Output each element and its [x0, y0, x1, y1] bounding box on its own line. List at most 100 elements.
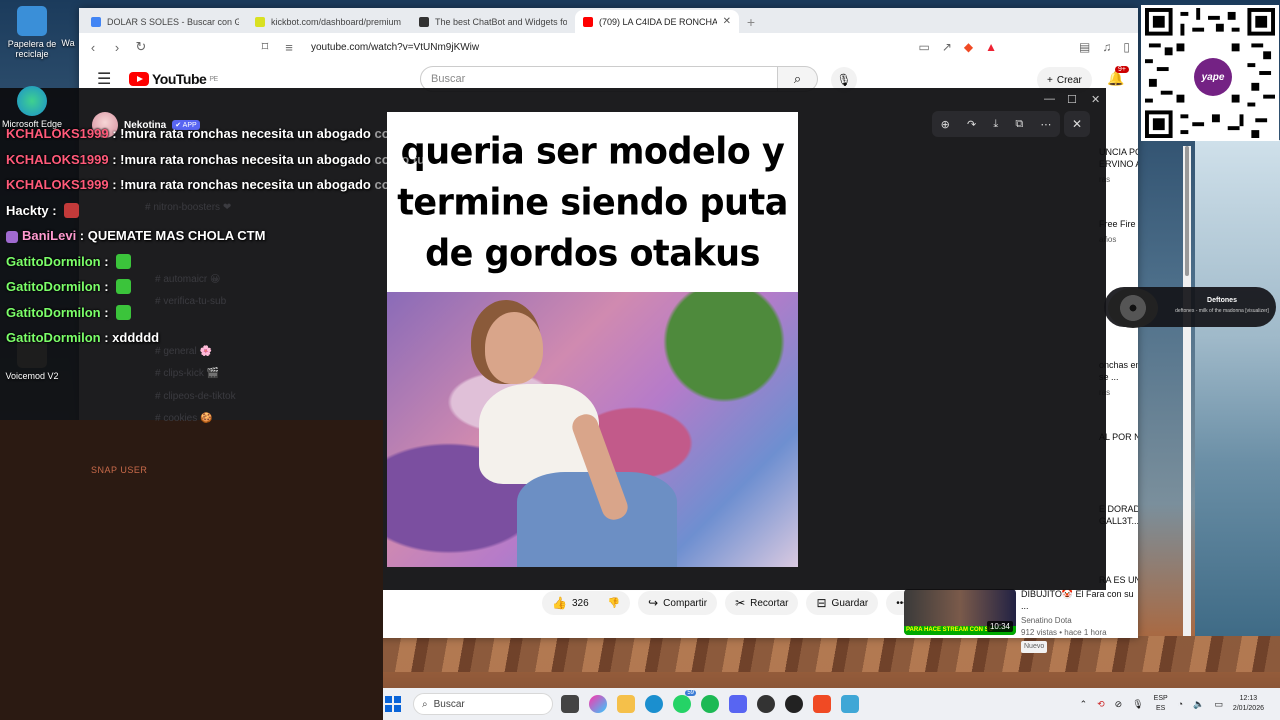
- now-playing-widget[interactable]: Deftones deftones - milk of the madonna …: [1104, 287, 1276, 328]
- brave-shield-icon[interactable]: ◆: [964, 40, 973, 54]
- close-viewer-button[interactable]: ✕: [1064, 111, 1090, 137]
- maximize-icon[interactable]: ☐: [1067, 93, 1077, 106]
- google-icon: [91, 16, 101, 27]
- reload-icon[interactable]: ↻: [135, 39, 147, 55]
- channel-item: # clipeos-de-tiktok: [155, 391, 236, 402]
- wallpaper-rocks: [383, 636, 1280, 672]
- wifi-icon[interactable]: ◔: [1178, 699, 1183, 709]
- app-icon[interactable]: [785, 695, 803, 713]
- thumbs-down-icon[interactable]: 👎: [608, 598, 620, 609]
- download-icon[interactable]: ⤓: [993, 118, 998, 131]
- desktop-icon-partial[interactable]: Wa: [58, 38, 78, 48]
- youtube-play-icon: [129, 72, 149, 86]
- kickbot-icon: [255, 16, 265, 27]
- clock[interactable]: 12:13 2/01/2026: [1233, 694, 1264, 714]
- scrollbar-thumb[interactable]: [1185, 146, 1189, 276]
- recommended-video-info[interactable]: DIBUJITO🤡 El Fara con su ... Senatino Do…: [1021, 588, 1141, 653]
- emote-icon: [116, 279, 132, 294]
- close-icon: ✕: [1071, 117, 1083, 131]
- tab-youtube[interactable]: (709) LA C4IDA DE RONCHAS K... ✕: [575, 10, 739, 33]
- tab-kickbot[interactable]: kickbot.com/dashboard/premium: [247, 10, 411, 33]
- tab-chatbot[interactable]: The best ChatBot and Widgets for K...: [411, 10, 575, 33]
- address-bar: ‹ › ↻ ⌑ ≡ youtube.com/watch?v=VtUNm9jKWi…: [79, 33, 1138, 61]
- minimize-icon[interactable]: —: [1044, 93, 1055, 105]
- system-tray: ⌃ ⟲ ⊘ 🎙 ESP ES ◔ 🔈 ▭ 12:13 2/01/2026: [1080, 694, 1280, 714]
- meme-image[interactable]: queria ser modelo y termine siendo puta …: [387, 112, 798, 567]
- sidebar-icon[interactable]: ▯: [1123, 40, 1130, 54]
- chevron-up-icon[interactable]: ⌃: [1080, 699, 1088, 710]
- desktop-icon-recycle-bin[interactable]: Papelera de reciclaje: [0, 6, 64, 59]
- zoom-icon[interactable]: ⊕: [941, 118, 950, 131]
- mute-icon[interactable]: ⊘: [1115, 699, 1123, 710]
- site-info-icon[interactable]: ≡: [283, 40, 295, 55]
- like-button[interactable]: 👍 326 👎: [542, 591, 631, 615]
- obs-icon[interactable]: [757, 695, 775, 713]
- emote-icon: [116, 305, 132, 320]
- copilot-icon[interactable]: [589, 695, 607, 713]
- taskbar-search[interactable]: ⌕ Buscar: [413, 693, 553, 715]
- close-window-icon[interactable]: ✕: [1091, 93, 1100, 106]
- save-button[interactable]: ⊟ Guardar: [806, 591, 879, 615]
- microphone-icon[interactable]: 🎙: [1132, 699, 1143, 710]
- task-view-icon[interactable]: [561, 695, 579, 713]
- video-actions: 👍 326 👎 ↪ Compartir ✂ Recortar ⊟ Guardar •••: [542, 591, 917, 615]
- notification-badge: 9+: [1115, 66, 1129, 73]
- chat-message: Hackty :: [6, 203, 80, 218]
- yape-logo: yape: [1194, 58, 1232, 96]
- notifications-button[interactable]: 🔔 9+: [1107, 66, 1129, 87]
- network-app-icon[interactable]: ⟲: [1097, 699, 1105, 710]
- back-icon[interactable]: ‹: [87, 40, 99, 55]
- meme-photo: [387, 292, 798, 567]
- share-icon[interactable]: ↗: [942, 40, 952, 54]
- recycle-bin-icon: [17, 6, 47, 36]
- recommended-video-thumbnail[interactable]: PARA HACE STREAM CON SU 10:34: [904, 589, 1016, 635]
- channel-item: # clips-kick 🎬: [155, 368, 220, 379]
- clip-button[interactable]: ✂ Recortar: [725, 591, 799, 615]
- channel-item: # cookies 🍪: [155, 413, 213, 424]
- search-icon: ⌕: [422, 698, 428, 710]
- new-tab-button[interactable]: +: [739, 10, 763, 33]
- cast-icon[interactable]: ▭: [919, 40, 930, 54]
- close-tab-icon[interactable]: ✕: [723, 16, 731, 27]
- extensions-icon[interactable]: ▤: [1079, 40, 1090, 54]
- more-icon[interactable]: ⋯: [1040, 118, 1051, 131]
- desktop-icon-edge[interactable]: Microsoft Edge: [0, 86, 64, 129]
- file-explorer-icon[interactable]: [617, 695, 635, 713]
- share-arrow-icon: ↪: [648, 596, 659, 610]
- forward-share-icon[interactable]: ↷: [967, 118, 976, 131]
- video-duration: 10:34: [986, 621, 1013, 632]
- spotify-icon[interactable]: [701, 695, 719, 713]
- channel-item: # verifica-tu-sub: [155, 296, 227, 307]
- wallpaper-sea: [1195, 140, 1280, 636]
- battery-icon[interactable]: ▭: [1214, 699, 1223, 710]
- desktop-icon-label: Voicemod V2: [5, 371, 59, 381]
- notepad-icon[interactable]: [841, 695, 859, 713]
- share-button[interactable]: ↪ Compartir: [638, 591, 718, 615]
- media-icon[interactable]: ♫: [1102, 40, 1111, 54]
- new-badge: Nuevo: [1021, 641, 1048, 653]
- volume-icon[interactable]: 🔈: [1193, 699, 1204, 710]
- bookmark-icon[interactable]: ⌑: [259, 39, 271, 55]
- tab-google[interactable]: DOLAR S SOLES - Buscar con Google: [83, 10, 247, 33]
- discord-icon[interactable]: [729, 695, 747, 713]
- edge-icon[interactable]: [645, 695, 663, 713]
- thumbs-up-icon: 👍: [552, 596, 567, 610]
- forward-icon[interactable]: ›: [111, 40, 123, 55]
- hamburger-menu-icon[interactable]: ☰: [97, 69, 117, 89]
- chat-message: GatitoDormilon :: [6, 254, 132, 269]
- chatbot-icon: [419, 16, 429, 27]
- brave-icon[interactable]: [813, 695, 831, 713]
- overlay-bottom-panel: [0, 420, 383, 720]
- language-indicator[interactable]: ESP ES: [1154, 694, 1168, 714]
- rewards-icon[interactable]: ▲: [985, 40, 997, 54]
- youtube-logo[interactable]: YouTube PE: [129, 71, 218, 87]
- whatsapp-icon[interactable]: 59: [673, 690, 696, 713]
- microphone-icon: 🎙: [836, 73, 852, 87]
- open-external-icon[interactable]: ⧉: [1015, 118, 1023, 131]
- chat-message: KCHALOKS1999 : !mura rata ronchas necesi…: [6, 126, 426, 141]
- chat-message: GatitoDormilon :: [6, 305, 132, 320]
- start-button[interactable]: [383, 694, 403, 714]
- url-field[interactable]: youtube.com/watch?v=VtUNm9jKWiw: [311, 42, 479, 53]
- page-scrollbar[interactable]: [1183, 146, 1191, 636]
- vinyl-disc-icon: [1108, 288, 1158, 328]
